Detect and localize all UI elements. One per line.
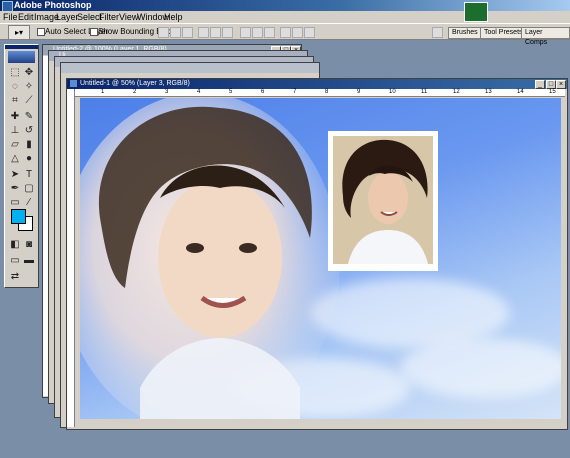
palette-tab-brushes[interactable]: Brushes — [448, 27, 482, 39]
blur-tool-icon[interactable]: △ — [8, 152, 22, 165]
horizontal-ruler: 1 2 3 4 5 6 7 8 9 10 11 12 13 14 15 — [75, 89, 565, 97]
marquee-tool-icon[interactable]: ⬚ — [8, 66, 22, 79]
ruler-label: 1 — [101, 89, 105, 95]
foreground-color-swatch[interactable] — [11, 209, 26, 224]
ruler-label: 5 — [229, 89, 233, 95]
menu-help[interactable]: Help — [164, 11, 183, 23]
dodge-tool-icon[interactable]: ● — [22, 152, 36, 165]
align-bottom-icon[interactable] — [182, 27, 193, 38]
portrait-faded-layer — [80, 98, 340, 419]
adobe-online-icon[interactable] — [8, 51, 35, 63]
stamp-tool-icon[interactable]: ⊥ — [8, 124, 22, 137]
document-titlebar[interactable] — [61, 63, 319, 73]
maximize-button[interactable]: □ — [546, 80, 556, 89]
sky-cloud — [400, 338, 561, 398]
vertical-ruler — [67, 89, 75, 427]
notes-tool-icon[interactable]: ▭ — [8, 196, 22, 209]
magic-wand-tool-icon[interactable]: ✧ — [22, 80, 36, 93]
menu-view[interactable]: View — [119, 11, 138, 23]
ruler-label: 3 — [165, 89, 169, 95]
align-right-icon[interactable] — [222, 27, 233, 38]
gradient-tool-icon[interactable]: ▮ — [22, 138, 36, 151]
ruler-label: 15 — [549, 89, 556, 95]
eyedropper-tool-icon[interactable]: ⁄ — [22, 196, 36, 209]
type-tool-icon[interactable]: T — [22, 168, 36, 181]
document-titlebar[interactable]: Untitled-1 @ 50% (Layer 3, RGB/8) _ □ × — [67, 79, 567, 89]
align-left-icon[interactable] — [198, 27, 209, 38]
lasso-tool-icon[interactable]: ◌ — [8, 80, 22, 93]
screen-mode-full-icon[interactable]: ▬ — [22, 254, 36, 267]
menu-edit[interactable]: Edit — [18, 11, 34, 23]
options-bar: ▸▾ Auto Select Layer Show Bounding Box B… — [0, 23, 570, 46]
pen-tool-icon[interactable]: ✒ — [8, 182, 22, 195]
menu-filter[interactable]: Filter — [99, 11, 119, 23]
slice-tool-icon[interactable]: ⟋ — [22, 94, 36, 107]
show-bounding-box-checkbox[interactable] — [90, 28, 98, 36]
ruler-label: 10 — [389, 89, 396, 95]
file-browser-icon[interactable] — [432, 27, 443, 38]
tool-preset-picker[interactable]: ▸▾ — [8, 25, 30, 40]
quick-mask-mode-icon[interactable]: ◙ — [22, 238, 36, 251]
jump-to-imageready-icon[interactable]: ⇄ — [8, 270, 22, 283]
document-title: Untitled-1 @ 50% (Layer 3, RGB/8) — [80, 80, 190, 87]
distribute-left-icon[interactable] — [280, 27, 291, 38]
menu-layer[interactable]: Layer — [56, 11, 79, 23]
ruler-label: 12 — [453, 89, 460, 95]
palette-tab-layer-comps[interactable]: Layer Comps — [521, 27, 570, 46]
move-arrow-icon: ▸▾ — [14, 28, 24, 37]
ruler-label: 14 — [517, 89, 524, 95]
ruler-label: 6 — [261, 89, 265, 95]
portrait-photo-frame[interactable] — [328, 131, 438, 271]
ruler-label: 7 — [293, 89, 297, 95]
document-icon — [70, 80, 77, 87]
ruler-label: 8 — [325, 89, 329, 95]
photoshop-feather-logo — [464, 2, 488, 22]
shape-tool-icon[interactable]: ▢ — [22, 182, 36, 195]
ruler-label: 4 — [197, 89, 201, 95]
toolbox: ⬚ ✥ ◌ ✧ ⌗ ⟋ ✚ ✎ ⊥ ↺ ▱ ▮ △ ● ➤ T ✒ ▢ ▭ ⁄ … — [4, 44, 39, 288]
palette-tab-tool-presets[interactable]: Tool Presets — [480, 27, 527, 39]
crop-tool-icon[interactable]: ⌗ — [8, 94, 22, 107]
ruler-label: 13 — [485, 89, 492, 95]
distribute-top-icon[interactable] — [240, 27, 251, 38]
ruler-label: 9 — [357, 89, 361, 95]
align-vcenter-icon[interactable] — [170, 27, 181, 38]
auto-select-layer-checkbox[interactable] — [37, 28, 45, 36]
distribute-bottom-icon[interactable] — [264, 27, 275, 38]
distribute-hcenter-icon[interactable] — [292, 27, 303, 38]
minimize-button[interactable]: _ — [535, 80, 545, 89]
move-tool-icon[interactable]: ✥ — [22, 66, 36, 79]
screen-mode-standard-icon[interactable]: ▭ — [8, 254, 22, 267]
app-title: Adobe Photoshop — [14, 0, 92, 10]
document-canvas-main[interactable] — [80, 98, 561, 419]
healing-brush-tool-icon[interactable]: ✚ — [8, 110, 22, 123]
toolbox-header[interactable] — [5, 45, 38, 49]
ruler-label: 11 — [421, 89, 428, 95]
standard-mode-icon[interactable]: ◧ — [8, 238, 22, 251]
path-selection-tool-icon[interactable]: ➤ — [8, 168, 22, 181]
align-hcenter-icon[interactable] — [210, 27, 221, 38]
brush-tool-icon[interactable]: ✎ — [22, 110, 36, 123]
eraser-tool-icon[interactable]: ▱ — [8, 138, 22, 151]
history-brush-tool-icon[interactable]: ↺ — [22, 124, 36, 137]
portrait-photo — [333, 136, 433, 264]
menu-file[interactable]: File — [3, 11, 18, 23]
align-top-icon[interactable] — [158, 27, 169, 38]
close-button[interactable]: × — [556, 80, 566, 89]
distribute-vcenter-icon[interactable] — [252, 27, 263, 38]
ruler-label: 2 — [133, 89, 137, 95]
distribute-right-icon[interactable] — [304, 27, 315, 38]
